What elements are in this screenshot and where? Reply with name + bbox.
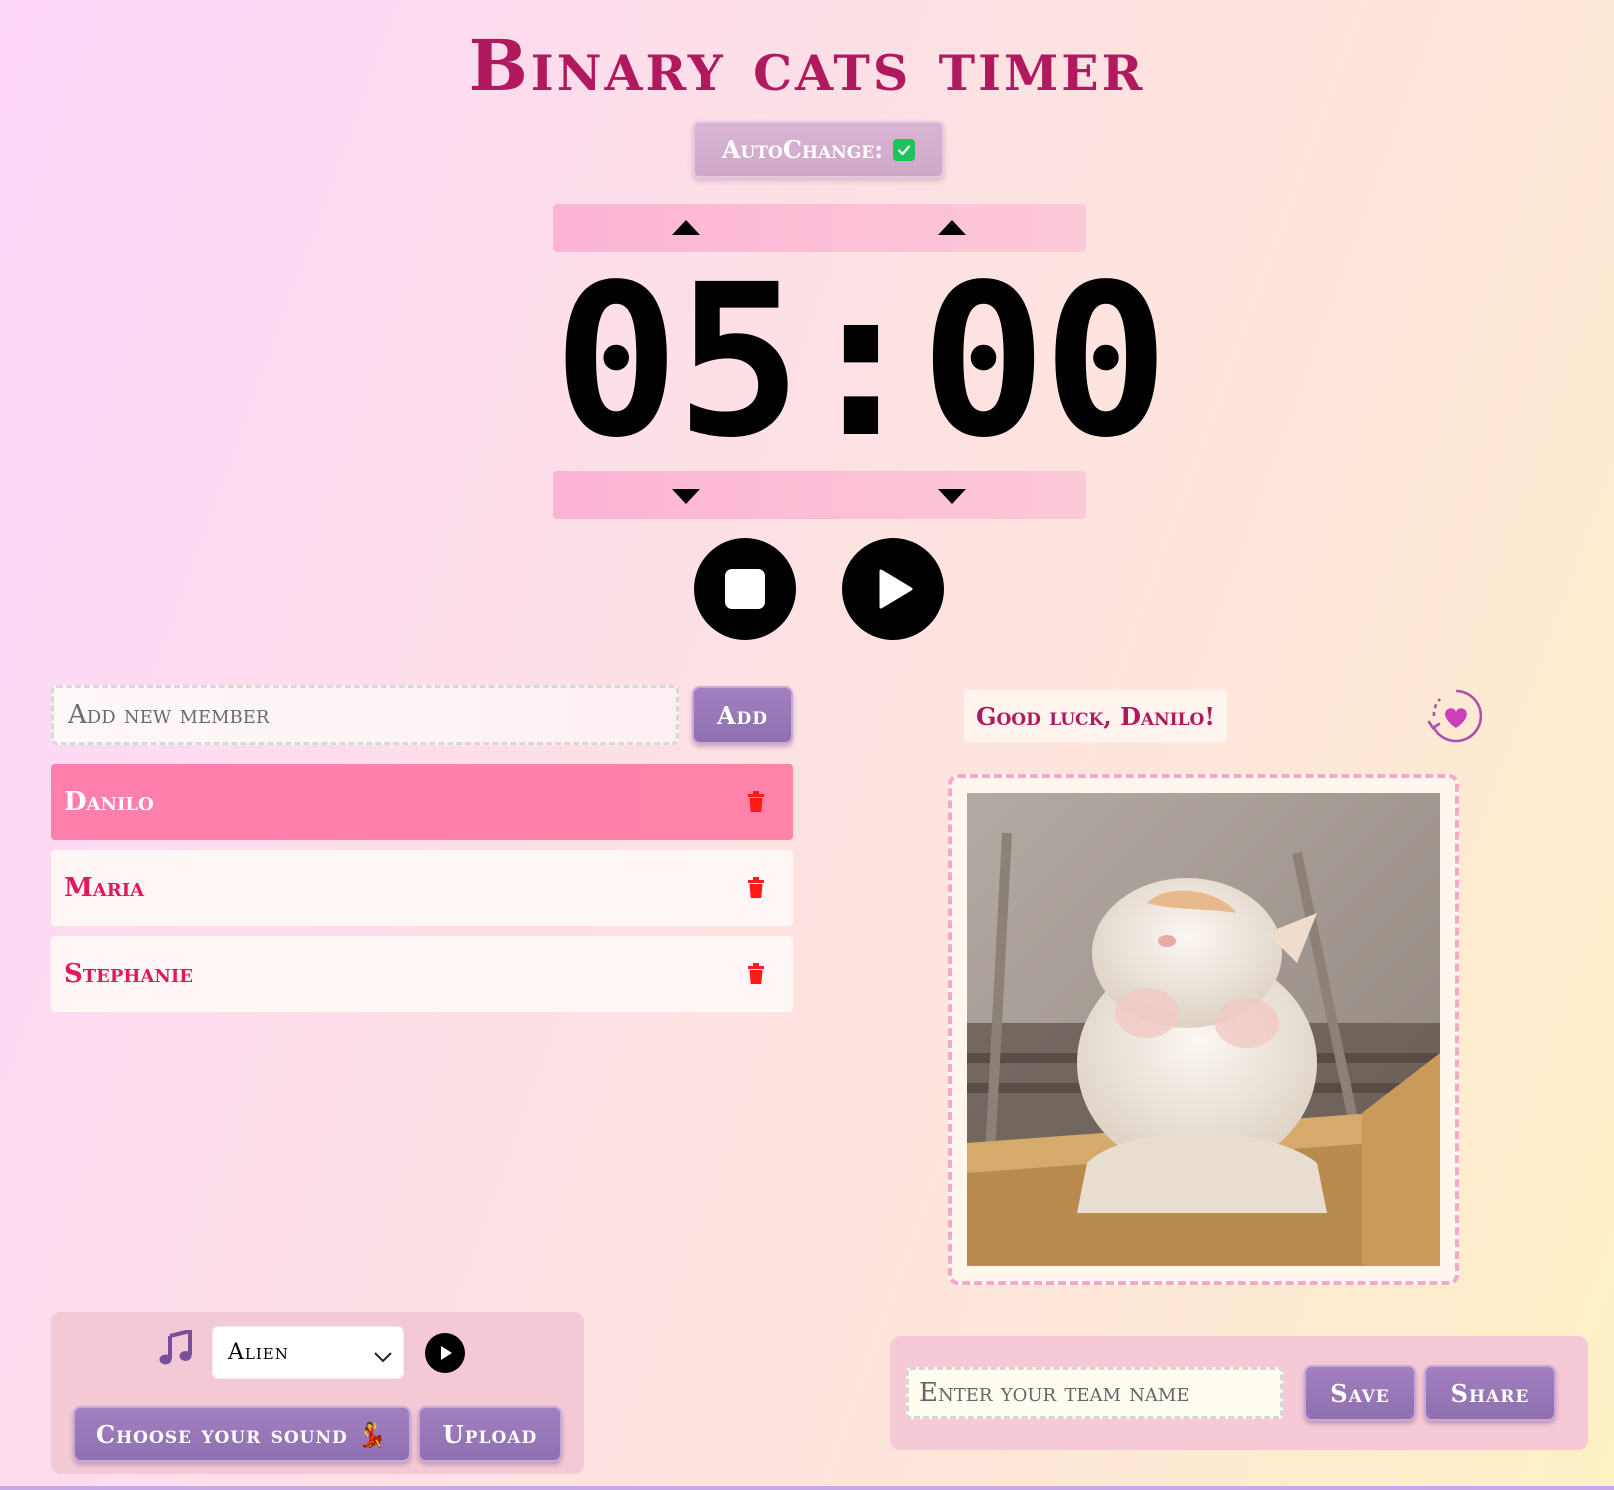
page-bottom-border: [0, 1486, 1614, 1490]
seconds-up-arrow-icon[interactable]: [938, 220, 966, 235]
choose-sound-button[interactable]: Choose your sound 💃: [73, 1406, 411, 1462]
member-item-danilo[interactable]: Danilo: [51, 764, 793, 840]
timer-display: 05:00: [553, 239, 1169, 484]
minutes-up-arrow-icon[interactable]: [672, 220, 700, 235]
member-name: Stephanie: [64, 959, 193, 989]
autochange-label: AutoChange:: [721, 135, 884, 164]
team-panel: Save Share: [890, 1336, 1588, 1450]
member-name: Maria: [64, 873, 145, 903]
selected-sound: Alien: [228, 1340, 289, 1365]
sound-panel: Alien Choose your sound 💃 Upload: [51, 1312, 584, 1474]
stop-icon: [725, 569, 765, 609]
decrement-bar: [553, 471, 1086, 519]
add-member-input[interactable]: [51, 685, 679, 745]
cat-photo: [967, 793, 1440, 1266]
play-button[interactable]: [842, 538, 944, 640]
save-button[interactable]: Save: [1304, 1365, 1416, 1421]
add-member-button[interactable]: Add: [692, 686, 793, 744]
minutes-down-arrow-icon[interactable]: [672, 489, 700, 504]
cat-photo-frame: [948, 774, 1459, 1285]
checkmark-icon[interactable]: [893, 138, 916, 161]
sound-select[interactable]: Alien: [212, 1326, 404, 1379]
member-name: Danilo: [64, 787, 154, 817]
trash-icon[interactable]: [747, 876, 765, 906]
chevron-down-icon: [373, 1345, 393, 1370]
play-icon: [441, 1346, 452, 1360]
stop-button[interactable]: [694, 538, 796, 640]
good-luck-message: Good luck, Danilo!: [964, 690, 1227, 742]
share-button[interactable]: Share: [1424, 1365, 1556, 1421]
refresh-heart-icon[interactable]: [1426, 686, 1486, 750]
team-name-input[interactable]: [906, 1367, 1283, 1419]
music-note-icon: [159, 1328, 193, 1370]
play-icon: [879, 569, 913, 609]
autochange-toggle[interactable]: AutoChange:: [693, 121, 944, 178]
sound-preview-play-button[interactable]: [425, 1333, 465, 1373]
upload-button[interactable]: Upload: [418, 1406, 562, 1462]
member-item-stephanie[interactable]: Stephanie: [51, 936, 793, 1012]
trash-icon[interactable]: [747, 790, 765, 820]
page-title: Binary cats timer: [468, 24, 1146, 107]
member-item-maria[interactable]: Maria: [51, 850, 793, 926]
seconds-down-arrow-icon[interactable]: [938, 489, 966, 504]
trash-icon[interactable]: [747, 962, 765, 992]
